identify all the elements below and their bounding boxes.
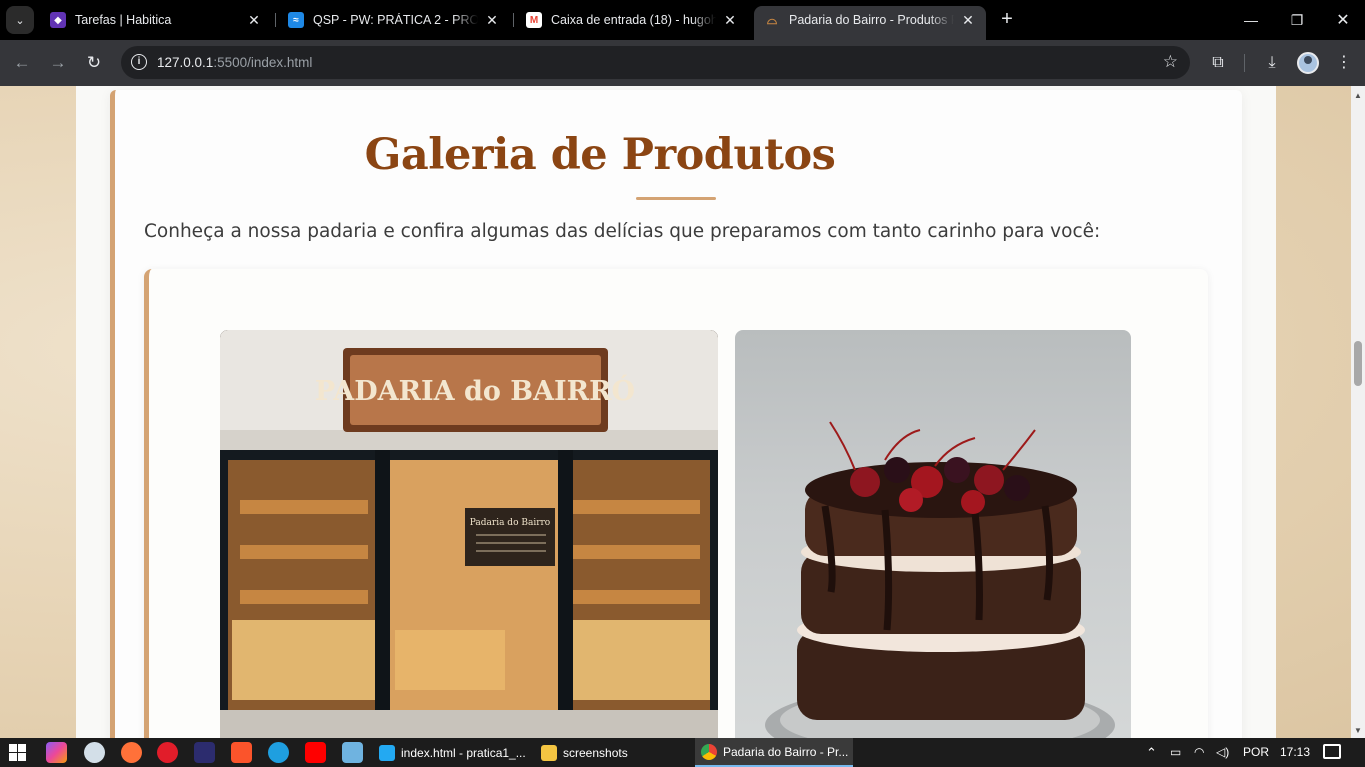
notepad-icon[interactable] (342, 742, 363, 763)
extensions-icon[interactable]: ⧉ (1205, 50, 1231, 76)
edge-icon[interactable] (268, 742, 289, 763)
clock[interactable]: 17:13 (1280, 738, 1310, 767)
wifi-icon[interactable]: ◠ (1194, 738, 1204, 767)
bakery-storefront-illustration: PADARIA do BAIRRÓ Padaria do Bairro (220, 330, 718, 738)
taskbar-app-label: Padaria do Bairro - Pr... (723, 744, 849, 759)
vscode-icon (379, 744, 395, 761)
tab-qsp[interactable]: ≈ QSP - PW: PRÁTICA 2 - PROGRAMAÇÃO ✕ (278, 6, 510, 34)
taskbar-app-chrome[interactable]: Padaria do Bairro - Pr... (695, 738, 853, 767)
restore-icon[interactable]: ❐ (1274, 0, 1320, 40)
youtube-icon[interactable] (305, 742, 326, 763)
menu-board-text: Padaria do Bairro (470, 518, 550, 528)
tab-title: Tarefas | Habitica (75, 13, 172, 27)
scrollbar-thumb[interactable] (1354, 341, 1362, 386)
bakery-storefront-image[interactable]: PADARIA do BAIRRÓ Padaria do Bairro (220, 330, 718, 738)
url-host: 127.0.0.1 (157, 55, 214, 70)
tab-padaria[interactable]: ⌓ Padaria do Bairro - Produtos Frescos ✕ (754, 6, 986, 40)
tab-title: QSP - PW: PRÁTICA 2 - PROGRAMAÇÃO (313, 13, 478, 27)
cake-illustration (765, 421, 1115, 738)
tab-title: Padaria do Bairro - Produtos Frescos (789, 13, 954, 27)
notification-icon[interactable] (1323, 744, 1341, 759)
firefox-icon[interactable] (121, 742, 142, 763)
taskbar-app-label: index.html - pratica1_... (401, 745, 526, 760)
title-underline (636, 197, 716, 200)
scroll-down-icon[interactable]: ▼ (1354, 726, 1362, 735)
steam-icon[interactable] (84, 742, 105, 763)
site-info-icon[interactable]: i (131, 54, 147, 70)
black-forest-cake-image[interactable] (735, 330, 1131, 738)
page-viewport: Galeria de Produtos Conheça a nossa pada… (0, 86, 1351, 738)
toolbar-divider (1244, 54, 1245, 72)
storefront-sign-text: PADARIA do BAIRRÓ (315, 373, 635, 407)
page-scrollbar[interactable] (1351, 86, 1365, 738)
tab-separator (275, 13, 276, 27)
tab-strip: ⌄ ◆ Tarefas | Habitica ✕ ≈ QSP - PW: PRÁ… (0, 0, 1365, 40)
close-tab-icon[interactable]: ✕ (960, 12, 976, 28)
qsp-icon: ≈ (288, 12, 304, 28)
brave-icon[interactable] (231, 742, 252, 763)
tab-gmail[interactable]: M Caixa de entrada (18) - hugohenrique ✕ (516, 6, 748, 34)
taskbar-app-screenshots[interactable]: screenshots (535, 738, 690, 767)
tab-search-button[interactable]: ⌄ (6, 6, 34, 34)
tab-title: Caixa de entrada (18) - hugohenrique (551, 13, 716, 27)
opera-icon[interactable] (157, 742, 178, 763)
close-tab-icon[interactable]: ✕ (484, 12, 500, 28)
close-tab-icon[interactable]: ✕ (246, 12, 262, 28)
close-window-icon[interactable]: ✕ (1320, 0, 1365, 40)
reload-icon[interactable]: ↻ (81, 50, 107, 76)
download-icon[interactable]: ⤓ (1259, 50, 1285, 76)
habitica-icon: ◆ (50, 12, 66, 28)
profile-avatar[interactable] (1297, 52, 1319, 74)
forward-icon[interactable]: → (45, 50, 71, 76)
bread-icon: ⌓ (766, 12, 778, 27)
chrome-icon (701, 743, 717, 760)
new-tab-button[interactable]: + (995, 8, 1019, 32)
url-path: :5500/index.html (213, 55, 313, 70)
menu-icon[interactable]: ⋮ (1331, 50, 1357, 76)
folder-icon (541, 744, 557, 761)
battery-icon[interactable]: ▭ (1170, 738, 1181, 767)
windows-taskbar: index.html - pratica1_... screenshots Pa… (0, 738, 1365, 767)
section-title: Galeria de Produtos (364, 130, 836, 180)
taskbar-app-label: screenshots (563, 745, 628, 760)
section-intro: Conheça a nossa padaria e confira alguma… (144, 221, 1101, 242)
editor-icon[interactable] (194, 742, 215, 763)
taskbar-app-vscode[interactable]: index.html - pratica1_... (373, 738, 531, 767)
back-icon[interactable]: ← (9, 50, 35, 76)
language-indicator[interactable]: POR (1243, 738, 1269, 767)
scroll-up-icon[interactable]: ▲ (1354, 91, 1362, 100)
minimize-icon[interactable]: — (1228, 0, 1274, 40)
close-tab-icon[interactable]: ✕ (722, 12, 738, 28)
tray-chevron-icon[interactable]: ⌃ (1146, 738, 1157, 767)
tab-separator (513, 13, 514, 27)
windows-start-icon[interactable] (9, 744, 26, 761)
gmail-icon: M (526, 12, 542, 28)
address-bar[interactable]: i 127.0.0.1:5500/index.html ☆ (121, 46, 1190, 79)
copilot-icon[interactable] (46, 742, 67, 763)
browser-toolbar: ← → ↻ i 127.0.0.1:5500/index.html ☆ ⧉ ⤓ … (0, 40, 1365, 86)
url-text[interactable]: 127.0.0.1:5500/index.html (157, 55, 312, 70)
volume-icon[interactable]: ◁) (1216, 738, 1229, 767)
bookmark-star-icon[interactable]: ☆ (1163, 52, 1178, 72)
tab-habitica[interactable]: ◆ Tarefas | Habitica ✕ (40, 6, 272, 34)
